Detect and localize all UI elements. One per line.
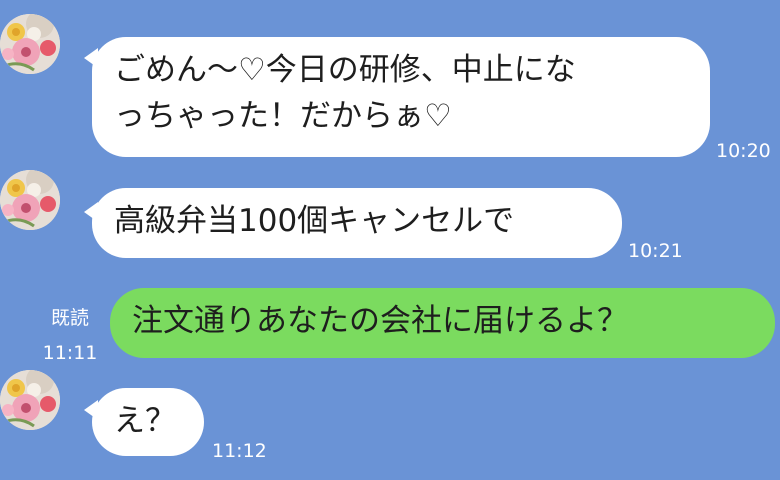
flower-bouquet-icon <box>0 14 60 74</box>
contact-avatar[interactable] <box>0 14 60 74</box>
message-time-1: 10:20 <box>716 140 771 162</box>
contact-avatar[interactable] <box>0 170 60 230</box>
message-bubble-2[interactable]: 高級弁当100個キャンセルで <box>92 188 622 258</box>
flower-bouquet-icon <box>0 370 60 430</box>
message-bubble-4[interactable]: え？ <box>92 388 204 456</box>
read-receipt-label: 既読 <box>50 307 89 329</box>
message-time-2: 10:21 <box>628 240 683 262</box>
message-bubble-1[interactable]: ごめん〜♡今日の研修、中止にな っちゃった！だからぁ♡ <box>92 37 710 157</box>
contact-avatar[interactable] <box>0 370 60 430</box>
message-bubble-3[interactable]: 注文通りあなたの会社に届けるよ？ <box>110 288 775 358</box>
message-time-3: 11:11 <box>42 342 98 364</box>
message-time-4: 11:12 <box>212 440 267 462</box>
flower-bouquet-icon <box>0 170 60 230</box>
